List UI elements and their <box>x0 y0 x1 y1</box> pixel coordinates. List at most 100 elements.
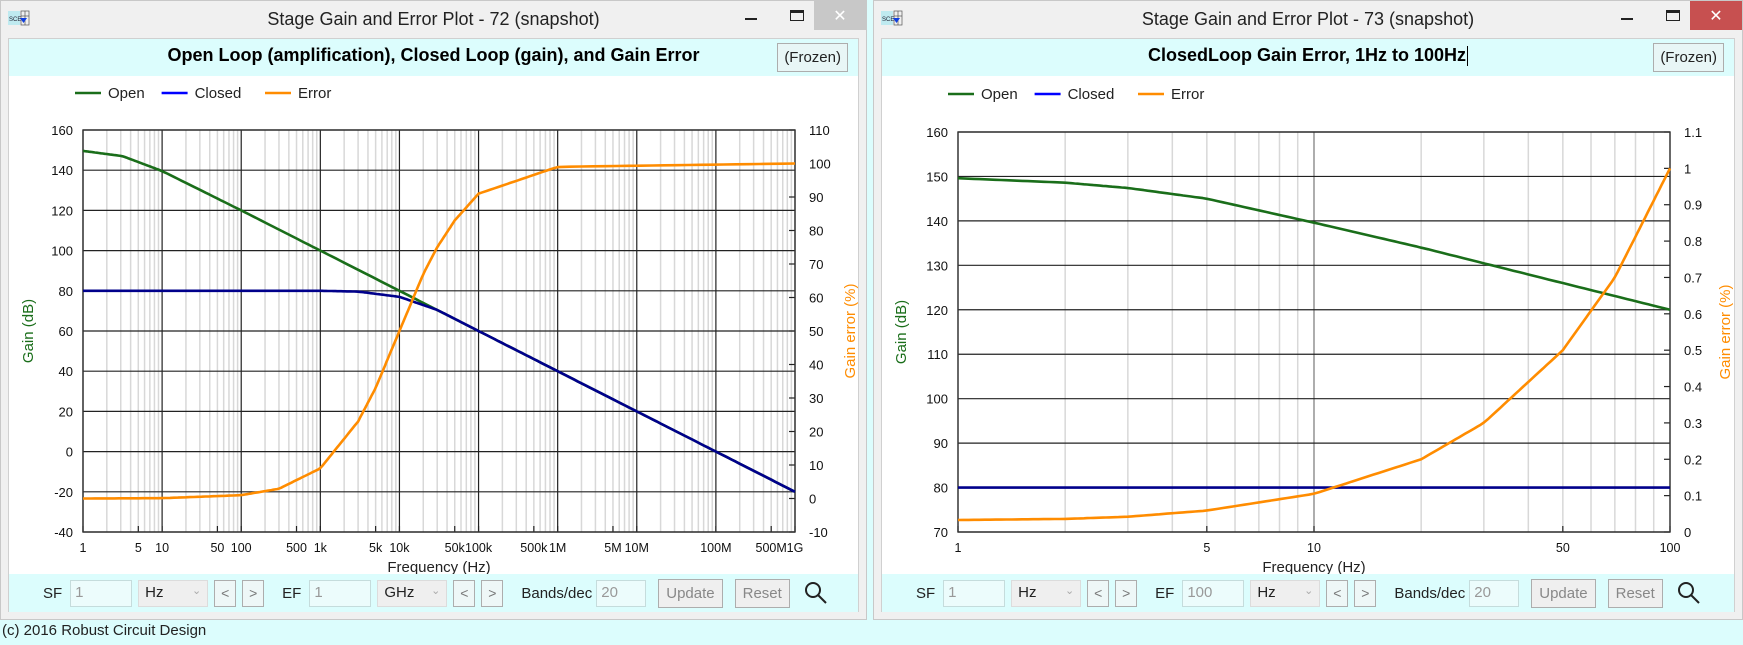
reset-button[interactable]: Reset <box>1607 578 1663 608</box>
bands-per-decade-input[interactable]: 20 <box>596 579 647 607</box>
x-tick-label: 1k <box>314 541 328 555</box>
y2-tick-label: 0 <box>809 492 816 507</box>
chart-panel: ClosedLoop Gain Error, 1Hz to 100Hz (Fro… <box>881 38 1735 612</box>
ef-prev-button[interactable]: < <box>1326 579 1349 607</box>
y2-tick-label: 110 <box>809 123 830 138</box>
x-tick-label: 100 <box>231 541 252 555</box>
y2-tick-label: 60 <box>809 291 823 306</box>
sf-prev-button[interactable]: < <box>214 579 237 607</box>
y2-tick-label: 0.1 <box>1684 489 1702 504</box>
y-tick-label: 110 <box>927 347 948 362</box>
series-line-closed <box>83 289 796 493</box>
y-tick-label: 80 <box>59 284 73 299</box>
chevron-down-icon: ⌄ <box>1064 584 1075 597</box>
y-tick-label: 80 <box>934 481 948 496</box>
start-frequency-unit-select[interactable]: Hz ⌄ <box>138 579 209 607</box>
y-tick-label: 160 <box>51 123 73 138</box>
x-tick-label: 10 <box>1307 541 1321 555</box>
bands-per-decade-label: Bands/dec <box>1394 584 1466 602</box>
sf-next-button[interactable]: > <box>1115 579 1138 607</box>
plot-window-72: SCE Stage Gain and Error Plot - 72 (snap… <box>0 0 867 620</box>
y-tick-label: 100 <box>926 392 948 407</box>
frozen-button[interactable]: (Frozen) <box>1653 43 1724 72</box>
x-tick-label: 50k <box>445 541 466 555</box>
y2-tick-label: 0.5 <box>1684 343 1702 358</box>
update-button[interactable]: Update <box>658 578 723 608</box>
close-button[interactable]: ✕ <box>814 1 866 30</box>
sf-next-button[interactable]: > <box>242 579 265 607</box>
y-tick-label: 160 <box>926 125 948 140</box>
ef-next-button[interactable]: > <box>481 579 504 607</box>
end-frequency-unit-select[interactable]: Hz ⌄ <box>1250 579 1321 607</box>
start-frequency-input[interactable]: 1 <box>943 579 1006 607</box>
close-button[interactable]: ✕ <box>1690 1 1742 30</box>
x-tick-label: 5 <box>1203 541 1210 555</box>
y2-tick-label: 0 <box>1684 525 1691 540</box>
series-line-open <box>82 149 796 493</box>
y2-tick-label: 0.3 <box>1684 416 1702 431</box>
x-tick-label: 500M <box>756 541 787 555</box>
text-cursor <box>1467 46 1469 67</box>
y-tick-label: 150 <box>926 169 948 184</box>
y-tick-label: 0 <box>66 445 73 460</box>
reset-button[interactable]: Reset <box>734 578 790 608</box>
y2-tick-label: -10 <box>809 525 828 540</box>
minimize-button[interactable] <box>728 1 774 30</box>
x-tick-label: 100k <box>465 541 493 555</box>
y2-tick-label: 1.1 <box>1684 125 1702 140</box>
x-tick-label: 5k <box>369 541 383 555</box>
ef-prev-button[interactable]: < <box>453 579 476 607</box>
x-tick-label: 500 <box>286 541 307 555</box>
x-tick-label: 100M <box>700 541 731 555</box>
title-bar[interactable]: SCE Stage Gain and Error Plot - 73 (snap… <box>874 1 1742 38</box>
y2-axis-label: Gain error (%) <box>842 283 859 378</box>
y-tick-label: 60 <box>59 324 73 339</box>
chevron-down-icon: ⌄ <box>191 584 202 597</box>
gain-error-chart: -40-20020406080100120140160-100102030405… <box>20 85 859 574</box>
x-tick-label: 1G <box>787 541 804 555</box>
bands-per-decade-input[interactable]: 20 <box>1469 579 1520 607</box>
frequency-controls: SF 1 Hz ⌄ < > EF 100 Hz ⌄ < > Bands/dec 20… <box>882 574 1734 612</box>
y2-tick-label: 0.8 <box>1684 234 1702 249</box>
y-tick-label: 40 <box>59 364 73 379</box>
y2-tick-label: 0.2 <box>1684 452 1702 467</box>
y2-tick-label: 0.7 <box>1684 270 1702 285</box>
chart-title-editable[interactable]: ClosedLoop Gain Error, 1Hz to 100Hz <box>882 45 1734 67</box>
y-tick-label: 20 <box>59 404 73 419</box>
ef-next-button[interactable]: > <box>1354 579 1377 607</box>
end-frequency-input[interactable]: 100 <box>1182 579 1245 607</box>
y2-tick-label: 0.6 <box>1684 307 1702 322</box>
x-tick-label: 50 <box>1556 541 1570 555</box>
y-tick-label: 90 <box>934 436 948 451</box>
x-tick-label: 5M <box>604 541 621 555</box>
zoom-search-icon[interactable] <box>1677 581 1701 605</box>
end-frequency-unit-select[interactable]: GHz ⌄ <box>377 579 448 607</box>
start-frequency-input[interactable]: 1 <box>70 579 133 607</box>
x-tick-label: 1 <box>955 541 962 555</box>
end-frequency-input[interactable]: 1 <box>309 579 372 607</box>
sf-prev-button[interactable]: < <box>1087 579 1110 607</box>
update-button[interactable]: Update <box>1531 578 1596 608</box>
frozen-button[interactable]: (Frozen) <box>777 43 848 72</box>
y2-tick-label: 80 <box>809 224 823 239</box>
x-tick-label: 1 <box>80 541 87 555</box>
y-axis-label: Gain (dB) <box>893 300 910 364</box>
y2-tick-label: 50 <box>809 324 823 339</box>
close-icon: ✕ <box>833 7 847 25</box>
title-bar[interactable]: SCE Stage Gain and Error Plot - 72 (snap… <box>1 1 866 38</box>
minimize-button[interactable] <box>1604 1 1650 30</box>
y2-tick-label: 30 <box>809 391 823 406</box>
start-frequency-unit-select[interactable]: Hz ⌄ <box>1011 579 1082 607</box>
x-axis-label: Frequency (Hz) <box>387 559 490 574</box>
ef-unit-value: GHz <box>384 583 415 601</box>
legend-label-closed: Closed <box>1068 86 1115 103</box>
chart-header: Open Loop (amplification), Closed Loop (… <box>9 39 858 76</box>
maximize-icon <box>790 10 804 21</box>
y2-tick-label: 1 <box>1684 161 1691 176</box>
y-tick-label: 140 <box>926 214 948 229</box>
minimize-icon <box>1621 17 1633 20</box>
x-tick-label: 500k <box>520 541 548 555</box>
zoom-search-icon[interactable] <box>804 581 828 605</box>
chart-title: Open Loop (amplification), Closed Loop (… <box>167 45 700 65</box>
y-tick-label: 140 <box>51 163 73 178</box>
